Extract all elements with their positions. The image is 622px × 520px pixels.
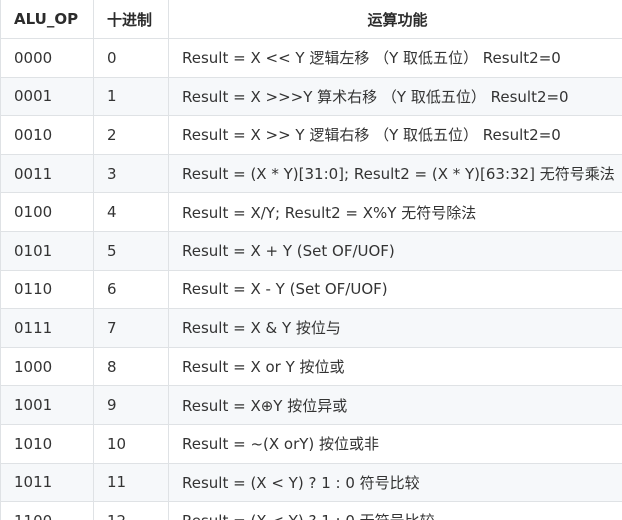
- function-cell: Result = X - Y (Set OF/UOF): [168, 269, 622, 310]
- decimal-cell: 8: [93, 346, 169, 387]
- alu-op-cell: 0100: [0, 192, 94, 232]
- table-row: 0100 4 Result = X/Y; Result2 = X%Y 无符号除法: [0, 192, 622, 232]
- function-cell: Result = ~(X orY) 按位或非: [168, 423, 622, 464]
- function-cell: Result = (X < Y) ? 1 : 0 无符号比较: [168, 501, 622, 520]
- alu-op-cell: 0010: [0, 115, 94, 155]
- decimal-cell: 5: [93, 230, 169, 271]
- function-cell: Result = X << Y 逻辑左移 （Y 取低五位） Result2=0: [168, 38, 622, 78]
- alu-op-cell: 0000: [0, 38, 94, 78]
- decimal-cell: 7: [93, 308, 169, 348]
- header-alu-op: ALU_OP: [0, 0, 94, 39]
- decimal-cell: 9: [93, 385, 169, 425]
- table-row: 0001 1 Result = X >>>Y 算术右移 （Y 取低五位） Res…: [0, 76, 622, 117]
- decimal-cell: 0: [93, 38, 169, 78]
- table-row: 0010 2 Result = X >> Y 逻辑右移 （Y 取低五位） Res…: [0, 115, 622, 155]
- table-row: 1100 12 Result = (X < Y) ? 1 : 0 无符号比较: [0, 501, 622, 520]
- function-cell: Result = X + Y (Set OF/UOF): [168, 230, 622, 271]
- alu-op-cell: 1001: [0, 385, 94, 425]
- function-cell: Result = X or Y 按位或: [168, 346, 622, 387]
- function-cell: Result = X & Y 按位与: [168, 308, 622, 348]
- alu-op-cell: 1100: [0, 501, 94, 520]
- table-row: 1010 10 Result = ~(X orY) 按位或非: [0, 423, 622, 464]
- function-cell: Result = X >> Y 逻辑右移 （Y 取低五位） Result2=0: [168, 115, 622, 155]
- decimal-cell: 1: [93, 76, 169, 117]
- function-cell: Result = (X < Y) ? 1 : 0 符号比较: [168, 462, 622, 503]
- alu-op-cell: 1000: [0, 346, 94, 387]
- alu-op-cell: 0110: [0, 269, 94, 310]
- header-function: 运算功能: [168, 0, 622, 39]
- table-row: 0011 3 Result = (X * Y)[31:0]; Result2 =…: [0, 153, 622, 194]
- decimal-cell: 6: [93, 269, 169, 310]
- decimal-cell: 11: [93, 462, 169, 503]
- decimal-cell: 2: [93, 115, 169, 155]
- decimal-cell: 12: [93, 501, 169, 520]
- alu-op-cell: 0001: [0, 76, 94, 117]
- alu-op-cell: 0111: [0, 308, 94, 348]
- function-cell: Result = (X * Y)[31:0]; Result2 = (X * Y…: [168, 153, 622, 194]
- table-row: 0111 7 Result = X & Y 按位与: [0, 308, 622, 348]
- alu-op-cell: 0011: [0, 153, 94, 194]
- alu-op-cell: 0101: [0, 230, 94, 271]
- function-cell: Result = X >>>Y 算术右移 （Y 取低五位） Result2=0: [168, 76, 622, 117]
- decimal-cell: 3: [93, 153, 169, 194]
- table-row: 0101 5 Result = X + Y (Set OF/UOF): [0, 230, 622, 271]
- table-row: 1000 8 Result = X or Y 按位或: [0, 346, 622, 387]
- table-row: 1001 9 Result = X⊕Y 按位异或: [0, 385, 622, 425]
- function-cell: Result = X/Y; Result2 = X%Y 无符号除法: [168, 192, 622, 232]
- table-row: 0000 0 Result = X << Y 逻辑左移 （Y 取低五位） Res…: [0, 38, 622, 78]
- table-row: 0110 6 Result = X - Y (Set OF/UOF): [0, 269, 622, 310]
- alu-op-cell: 1011: [0, 462, 94, 503]
- table-header-row: ALU_OP 十进制 运算功能: [0, 0, 622, 39]
- header-decimal: 十进制: [93, 0, 169, 39]
- function-cell: Result = X⊕Y 按位异或: [168, 385, 622, 425]
- decimal-cell: 10: [93, 423, 169, 464]
- table-row: 1011 11 Result = (X < Y) ? 1 : 0 符号比较: [0, 462, 622, 503]
- alu-op-cell: 1010: [0, 423, 94, 464]
- alu-op-table: ALU_OP 十进制 运算功能 0000 0 Result = X << Y 逻…: [0, 0, 622, 520]
- decimal-cell: 4: [93, 192, 169, 232]
